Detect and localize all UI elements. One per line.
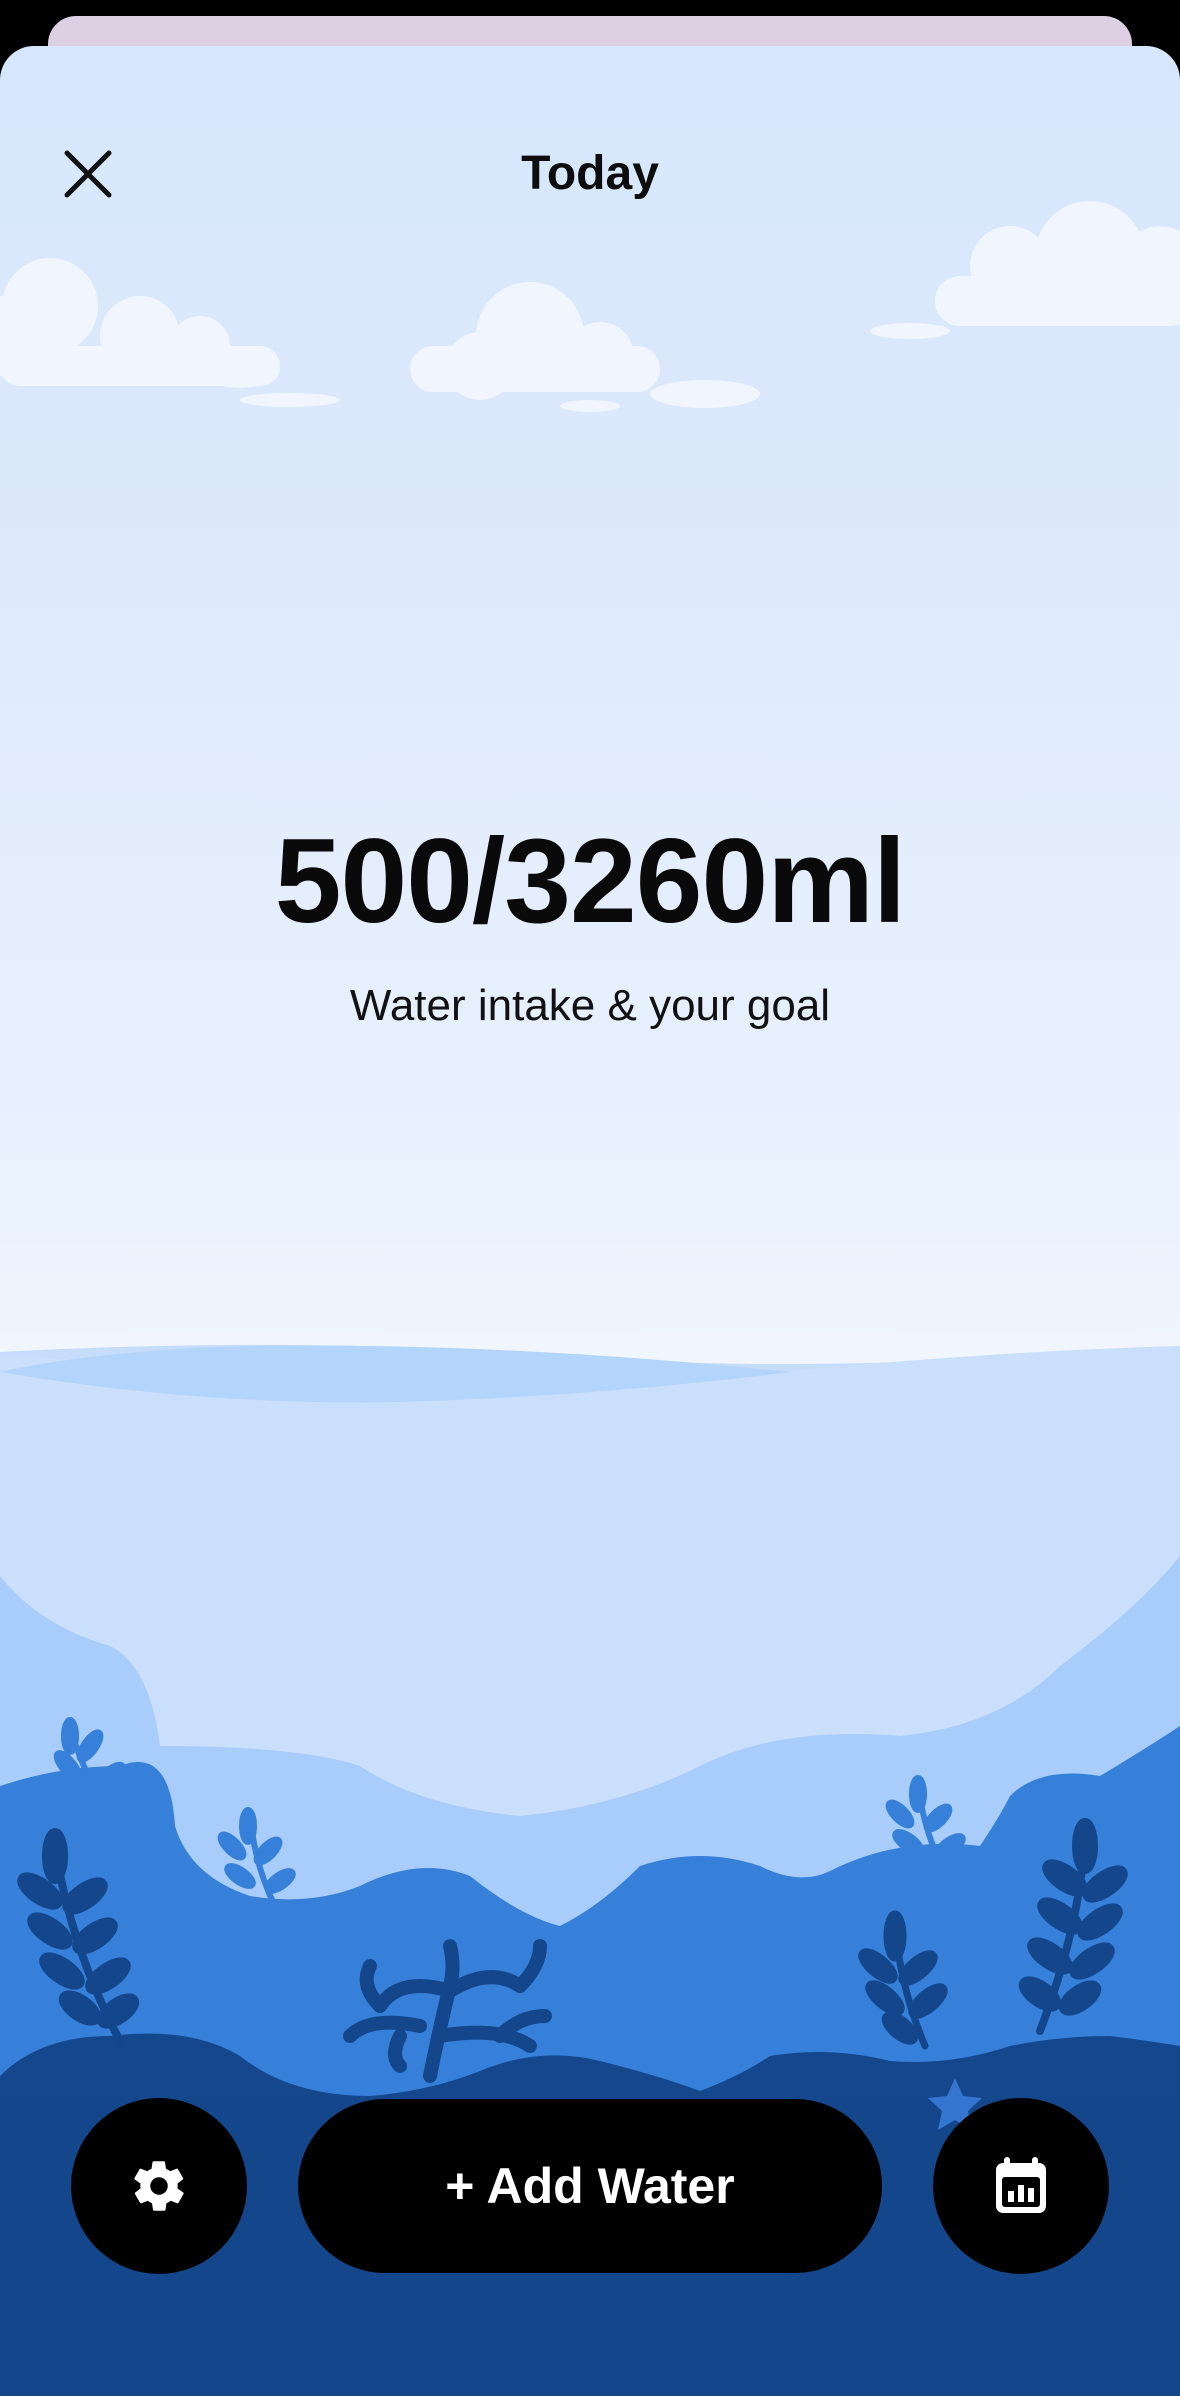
calendar-chart-icon — [996, 2157, 1046, 2213]
clouds — [0, 201, 1180, 412]
today-sheet: Today 500/3260ml Water intake & your goa… — [0, 46, 1180, 2396]
cloud-center — [410, 282, 760, 412]
intake-caption: Water intake & your goal — [349, 981, 831, 1030]
ocean-illustration — [0, 201, 1180, 2396]
page-title: Today — [521, 147, 659, 200]
cloud-left — [0, 258, 340, 407]
cloud-right — [870, 201, 1180, 339]
history-button[interactable] — [933, 2098, 1109, 2274]
add-water-button[interactable]: + Add Water — [298, 2099, 882, 2273]
intake-value: 500/3260ml — [274, 814, 907, 948]
settings-button[interactable] — [71, 2098, 247, 2274]
gear-icon — [134, 2161, 184, 2211]
